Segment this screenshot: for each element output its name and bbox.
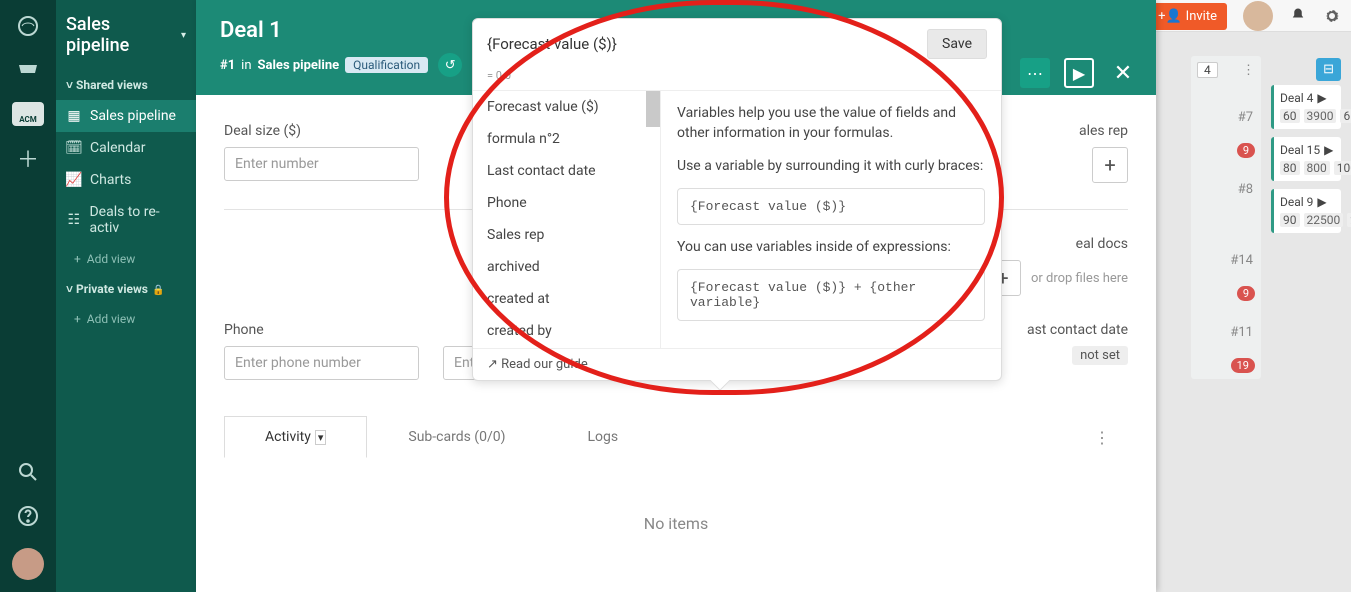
logo-icon[interactable]: [16, 14, 40, 38]
deal-panel: Deal 1 #1 in Sales pipeline Qualificatio…: [196, 0, 1156, 592]
phone-input[interactable]: Enter phone number: [224, 346, 419, 380]
save-button[interactable]: Save: [927, 29, 987, 59]
user-avatar-small[interactable]: [12, 548, 44, 580]
code-example: {Forecast value ($)} + {other variable}: [677, 269, 985, 321]
kanban-card[interactable]: Deal 4▶ 60390065: [1271, 85, 1341, 129]
variable-item[interactable]: Forecast value ($): [473, 91, 660, 123]
private-views-header[interactable]: ˅ Private views🔒: [56, 274, 196, 304]
card-id: #7: [1197, 104, 1255, 131]
column-count: 4: [1197, 62, 1218, 78]
deal-pipeline[interactable]: Sales pipeline: [258, 58, 340, 73]
header-right: +👤Invite: [1148, 0, 1351, 32]
formula-popover: Save = 0.0 Forecast value ($) formula n°…: [472, 18, 1002, 381]
kanban-card[interactable]: Deal 9▶ 90225002: [1271, 189, 1341, 233]
chevron-right-icon: ▶: [1324, 143, 1333, 157]
formula-preview: = 0.0: [473, 69, 1001, 90]
card-id: #14: [1197, 247, 1255, 274]
present-icon[interactable]: ▶: [1064, 58, 1094, 88]
field-label: Deal size ($): [224, 123, 419, 139]
sidebar: Sales pipeline ▾ ˅ Shared views ▦Sales p…: [56, 0, 196, 592]
sidebar-item-charts[interactable]: 📈Charts: [56, 164, 196, 196]
badge: 9: [1237, 143, 1255, 158]
field-phone: Phone Enter phone number: [224, 322, 419, 380]
formula-input[interactable]: [487, 35, 927, 53]
stage-pill[interactable]: Qualification: [345, 57, 428, 73]
variable-item[interactable]: created at: [473, 283, 660, 315]
field-deal-size: Deal size ($) Enter number: [224, 123, 419, 183]
variable-list[interactable]: Forecast value ($) formula n°2 Last cont…: [473, 91, 661, 348]
deal-rank: #1: [220, 58, 235, 73]
grid-icon: ☷: [66, 212, 81, 228]
bell-icon[interactable]: [1289, 7, 1307, 25]
scrollbar-thumb[interactable]: [646, 91, 660, 127]
add-view-shared[interactable]: + Add view: [56, 244, 196, 274]
chart-icon: 📈: [66, 172, 82, 188]
external-link-icon: ↗: [487, 357, 498, 372]
search-icon[interactable]: [16, 460, 40, 484]
board-title[interactable]: Sales pipeline: [66, 14, 177, 56]
kanban-column-b: ⊟ Deal 4▶ 60390065 Deal 15▶ 80800100 Dea…: [1265, 56, 1347, 239]
field-label: ales rep: [1079, 123, 1128, 139]
close-icon[interactable]: ✕: [1108, 58, 1138, 88]
kanban-icon: ▦: [66, 108, 82, 124]
shared-views-header[interactable]: ˅ Shared views: [56, 70, 196, 100]
deal-tabs: Activity▾ Sub-cards (0/0) Logs: [224, 416, 659, 458]
chevron-down-icon[interactable]: ▾: [181, 30, 186, 41]
app-rail: ACM ＋: [0, 0, 56, 592]
user-avatar[interactable]: [1243, 1, 1273, 31]
chevron-right-icon: ▶: [1317, 195, 1326, 209]
sidebar-item-calendar[interactable]: 🗓Calendar: [56, 132, 196, 164]
sidebar-item-deals-reactiv[interactable]: ☷Deals to re-activ: [56, 196, 196, 244]
card-id: #11: [1197, 319, 1255, 346]
kanban-card[interactable]: Deal 15▶ 80800100: [1271, 137, 1341, 181]
invite-button[interactable]: +👤Invite: [1148, 3, 1227, 30]
deal-size-input[interactable]: Enter number: [224, 147, 419, 181]
lock-icon: 🔒: [152, 285, 164, 296]
variable-item[interactable]: created by: [473, 315, 660, 347]
variable-item[interactable]: Last contact date: [473, 155, 660, 187]
more-button[interactable]: ⋯: [1020, 58, 1050, 88]
tabs-more-icon[interactable]: ⋮: [1076, 428, 1128, 447]
inbox-icon[interactable]: [16, 58, 40, 82]
tab-subcards[interactable]: Sub-cards (0/0): [367, 416, 546, 458]
card-id: #8: [1197, 176, 1255, 203]
field-sales-rep: ales rep +: [1079, 123, 1128, 183]
workspace-badge[interactable]: ACM: [12, 102, 44, 126]
variable-item[interactable]: Phone: [473, 187, 660, 219]
tab-activity[interactable]: Activity▾: [224, 416, 367, 458]
tab-logs[interactable]: Logs: [546, 416, 659, 458]
field-last-contact: ast contact date not set: [1027, 322, 1128, 380]
variable-item[interactable]: Sales rep: [473, 219, 660, 251]
field-label: eal docs: [1076, 236, 1128, 252]
add-view-private[interactable]: + Add view: [56, 304, 196, 334]
variable-item[interactable]: archived: [473, 251, 660, 283]
badge: 9: [1237, 286, 1255, 301]
chevron-right-icon: ▶: [1317, 91, 1326, 105]
help-icon[interactable]: [16, 504, 40, 528]
main-area: ▦Kanban▾ Grouped by Sales stage▾ ▾Filter…: [196, 0, 1351, 592]
add-sales-rep-button[interactable]: +: [1092, 147, 1128, 183]
kanban-column-a: 4 ⋮ #7 9 #8 #14 9 #11 19: [1191, 56, 1261, 379]
collapse-icon[interactable]: ⊟: [1316, 58, 1341, 81]
not-set-badge[interactable]: not set: [1072, 346, 1128, 365]
guide-link[interactable]: ↗ Read our guide: [487, 357, 588, 372]
variable-item[interactable]: formula n°2: [473, 123, 660, 155]
badge: 19: [1231, 358, 1255, 373]
chevron-down-icon[interactable]: ▾: [315, 430, 327, 445]
variable-help: Variables help you use the value of fiel…: [661, 91, 1001, 348]
field-deal-docs: eal docs + or drop files here: [985, 236, 1128, 296]
add-icon[interactable]: ＋: [16, 146, 40, 170]
no-items-label: No items: [224, 484, 1128, 533]
history-icon[interactable]: ↺: [438, 53, 462, 77]
calendar-icon: 🗓: [66, 140, 82, 156]
sidebar-item-sales-pipeline[interactable]: ▦Sales pipeline: [56, 100, 196, 132]
add-user-icon: +👤: [1158, 9, 1182, 24]
field-label: Phone: [224, 322, 419, 338]
field-label: ast contact date: [1027, 322, 1128, 338]
code-example: {Forecast value ($)}: [677, 188, 985, 225]
gear-icon[interactable]: [1323, 7, 1341, 25]
drop-hint: or drop files here: [1031, 271, 1128, 286]
column-menu-icon[interactable]: ⋮: [1242, 63, 1255, 78]
